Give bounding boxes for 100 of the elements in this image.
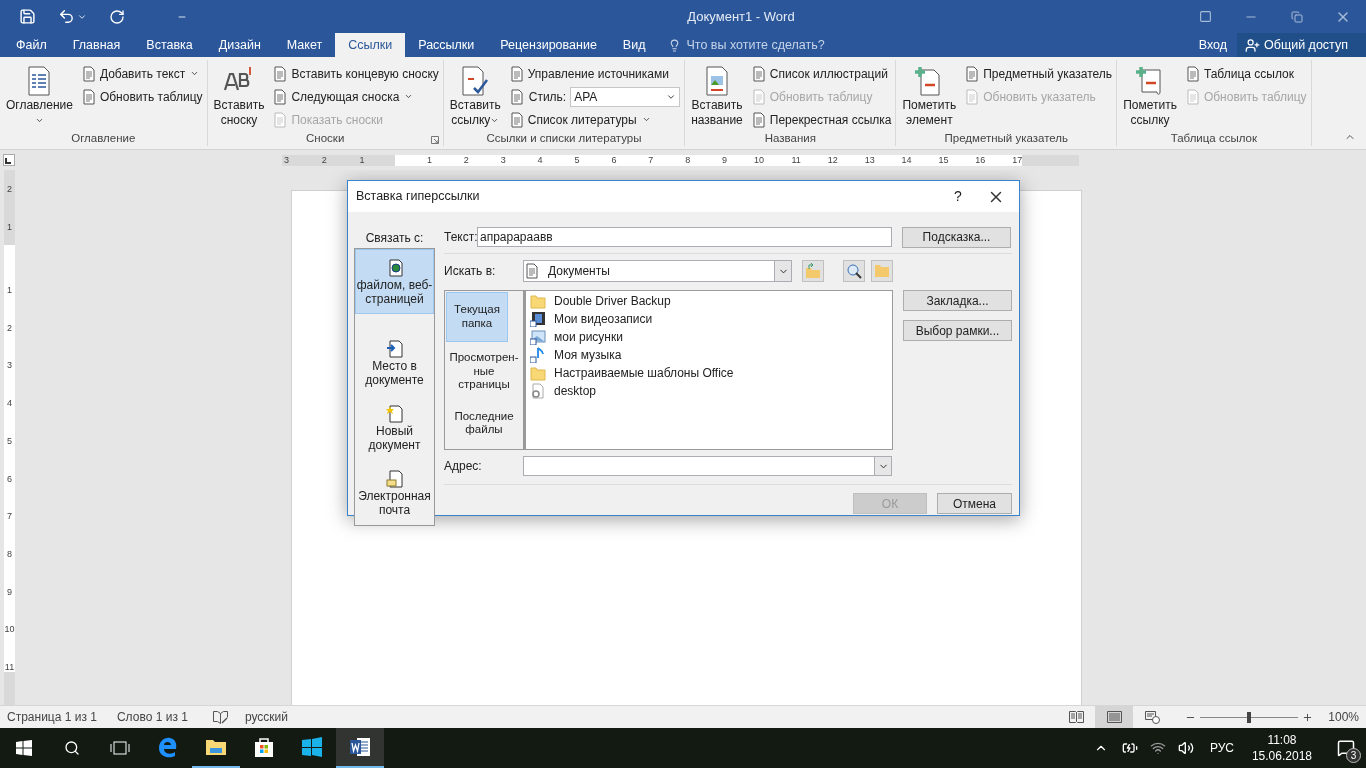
save-icon[interactable] — [19, 8, 36, 25]
undo-icon[interactable] — [58, 8, 75, 25]
document-icon — [508, 65, 525, 82]
ribbon-tab[interactable]: Главная — [59, 33, 134, 57]
horizontal-ruler[interactable]: 3 2 1 1 2 3 4 5 6 7 8 9 10 11 12 13 14 15 16 17 — [282, 154, 1079, 166]
ribbon-small-button[interactable]: Обновить таблицу — [80, 85, 203, 108]
ribbon-large-button[interactable]: Вставить ссылку — [447, 60, 503, 132]
web-page-icon — [1144, 710, 1160, 724]
ribbon-tab[interactable]: Рецензирование — [487, 33, 610, 57]
look-in-combo[interactable]: Документы — [523, 260, 792, 282]
zoom-in-icon[interactable] — [1302, 711, 1314, 723]
ribbon-display-icon[interactable] — [1198, 10, 1212, 23]
document-icon — [964, 88, 981, 105]
ribbon-large-button[interactable]: Пометить ссылку — [1121, 60, 1179, 132]
ribbon-tab[interactable]: Вставка — [133, 33, 206, 57]
redo-icon[interactable] — [109, 8, 125, 25]
ribbon-small-button[interactable]: Следующая сноска — [272, 85, 439, 108]
caret-icon — [190, 69, 200, 78]
file-list-item[interactable]: desktop — [526, 382, 892, 400]
document-icon — [508, 111, 525, 128]
share-button[interactable]: Общий доступ — [1237, 33, 1366, 57]
ribbon-small-button[interactable]: Список литературы — [508, 108, 681, 131]
ruler-number: 2 — [320, 154, 328, 166]
file-list-item[interactable]: Double Driver Backup — [526, 292, 892, 310]
task-view-icon[interactable] — [110, 741, 130, 755]
browse-web-button[interactable] — [843, 260, 865, 282]
ribbon-tab[interactable]: Рассылки — [405, 33, 488, 57]
ribbon-small-button[interactable]: Управление источниками — [508, 62, 681, 85]
ruler-number: 3 — [7, 359, 12, 371]
music-note-icon — [530, 347, 546, 363]
ribbon-small-button[interactable]: Добавить текст — [80, 62, 203, 85]
ribbon-tab[interactable]: Файл — [3, 33, 60, 57]
file-list-item[interactable]: мои рисунки — [526, 328, 892, 346]
vertical-ruler[interactable]: 2 1 1 2 3 4 5 6 7 8 9 10 11 — [4, 170, 15, 705]
style-combo[interactable]: APA — [570, 86, 681, 107]
ruler-number: 1 — [7, 284, 12, 296]
wifi-icon[interactable] — [1149, 740, 1166, 756]
document-icon — [750, 65, 767, 82]
link-to-item[interactable]: файлом, веб- страницей — [355, 249, 434, 314]
places-item[interactable]: Просмотрен- ные страницы — [446, 345, 522, 398]
ribbon-small-button[interactable]: Перекрестная ссылка — [750, 108, 892, 131]
language-label[interactable]: русский — [244, 708, 288, 726]
help-button[interactable]: ? — [943, 181, 973, 212]
speaker-icon[interactable] — [1177, 740, 1194, 756]
ruler-number: 1 — [358, 154, 366, 166]
start-icon[interactable] — [16, 740, 32, 756]
link-to-item[interactable]: Новый документ — [355, 395, 434, 460]
ruler-number: 14 — [900, 154, 912, 166]
restore-icon[interactable] — [1291, 10, 1303, 23]
tip-button[interactable]: Подсказка... — [902, 226, 1011, 248]
ribbon-tab[interactable]: Макет — [273, 33, 336, 57]
battery-icon[interactable] — [1121, 740, 1138, 756]
ribbon-tab[interactable]: Вид — [609, 33, 659, 57]
ribbon-small-button[interactable]: Предметный указатель — [964, 62, 1113, 85]
view-button[interactable] — [1095, 706, 1134, 728]
ruler-number: 11 — [790, 154, 801, 166]
places-item[interactable]: Последние файлы — [446, 397, 522, 449]
caret-icon — [34, 116, 44, 125]
ruler-number: 4 — [7, 397, 12, 409]
document-icon — [964, 65, 981, 82]
ribbon-large-button[interactable]: Пометить элемент — [900, 60, 959, 132]
tell-me-field[interactable]: Что вы хотите сделать? — [686, 35, 887, 55]
caret-icon — [641, 115, 651, 124]
file-list-item[interactable]: Моя музыка — [526, 346, 892, 364]
link-to-item[interactable]: Электронная почта — [355, 460, 434, 525]
proofing-icon[interactable] — [212, 710, 228, 724]
zoom-slider[interactable] — [1200, 711, 1299, 723]
dialog-button[interactable]: Выбор рамки... — [903, 320, 1012, 341]
sign-in-link[interactable]: Вход — [1192, 33, 1233, 57]
file-list-item[interactable]: Настраиваемые шаблоны Office — [526, 364, 892, 382]
ribbon-small-button[interactable]: Вставить концевую сноску — [272, 62, 439, 85]
zoom-percent[interactable]: 100% — [1328, 708, 1359, 726]
zoom-thumb[interactable] — [1247, 711, 1252, 723]
page-count[interactable]: Страница 1 из 1 — [7, 708, 97, 726]
cancel-button[interactable]: Отмена — [937, 493, 1012, 514]
taskbar-app-button[interactable] — [336, 728, 384, 768]
ruler-number: 3 — [499, 154, 506, 166]
link-to-item[interactable]: Место в документе — [355, 330, 434, 395]
ribbon-large-button[interactable]: Вставить название — [689, 60, 745, 132]
tab-selector[interactable] — [3, 154, 15, 166]
clock[interactable]: 11:08 15.06.2018 — [1251, 732, 1312, 764]
ribbon-tab[interactable]: Дизайн — [205, 33, 274, 57]
ribbon-large-button[interactable]: Вставить сноску — [211, 60, 267, 132]
ribbon-small-button[interactable]: Таблица ссылок — [1184, 62, 1307, 85]
dialog-launcher-icon[interactable] — [430, 136, 439, 144]
file-list-item[interactable]: Мои видеозаписи — [526, 310, 892, 328]
w-document-icon — [348, 735, 372, 759]
places-item[interactable]: Текущая папка — [446, 292, 508, 342]
dialog-button[interactable]: Закладка... — [903, 290, 1012, 311]
search-icon[interactable] — [64, 740, 80, 756]
picture-icon — [530, 329, 546, 345]
notifications-icon[interactable] — [1337, 739, 1355, 757]
ribbon-tab[interactable]: Ссылки — [335, 33, 406, 57]
ribbon-large-button[interactable]: Оглавление — [4, 60, 75, 132]
ruler-number: 16 — [974, 154, 986, 166]
windows-logo-icon — [300, 735, 324, 759]
input-language[interactable]: РУС — [1209, 739, 1234, 757]
word-count[interactable]: Слово 1 из 1 — [116, 708, 188, 726]
ribbon-small-button[interactable]: Список иллюстраций — [750, 62, 892, 85]
text-field[interactable]: апрарараавв — [477, 227, 892, 247]
